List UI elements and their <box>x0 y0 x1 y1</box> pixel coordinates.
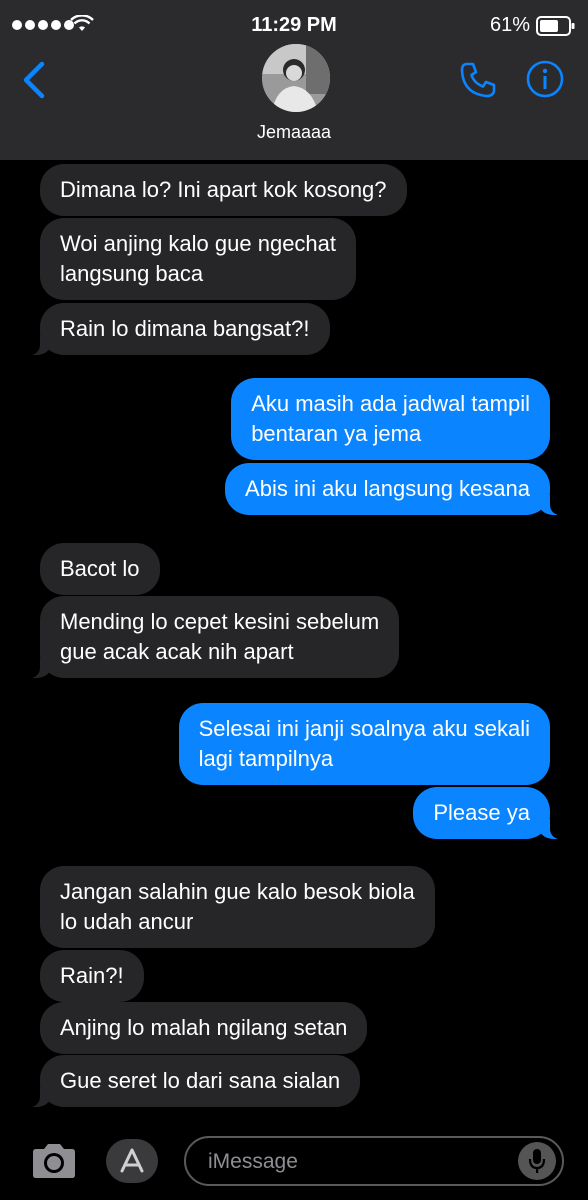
message-line: Rain lo dimana bangsat?! <box>60 316 310 341</box>
message-input[interactable]: iMessage <box>184 1136 564 1186</box>
chevron-left-icon[interactable] <box>20 60 48 100</box>
outgoing-message: Selesai ini janji soalnya aku sekali lag… <box>178 703 550 785</box>
status-bar: 11:29 PM 61% <box>0 0 588 48</box>
message-line: bentaran ya jema <box>251 421 422 446</box>
message-line: Aku masih ada jadwal tampil <box>251 391 530 416</box>
app-store-icon[interactable] <box>106 1139 158 1183</box>
microphone-icon[interactable] <box>518 1142 556 1180</box>
message-line: Anjing lo malah ngilang setan <box>60 1015 348 1040</box>
info-icon[interactable] <box>526 60 564 98</box>
message-line: Gue seret lo dari sana sialan <box>60 1068 341 1093</box>
message-line: lo udah ancur <box>60 909 194 934</box>
incoming-message: Dimana lo? Ini apart kok kosong? <box>40 164 407 216</box>
message-line: Bacot lo <box>60 556 140 581</box>
outgoing-message: Please ya <box>413 787 560 839</box>
camera-icon[interactable] <box>30 1142 78 1180</box>
message-line: Jangan salahin gue kalo besok biola <box>60 879 415 904</box>
avatar-photo <box>262 44 330 112</box>
incoming-message: Anjing lo malah ngilang setan <box>40 1002 368 1054</box>
message-line: Woi anjing kalo gue ngechat <box>60 231 337 256</box>
incoming-message: Woi anjing kalo gue ngechat langsung bac… <box>40 218 357 300</box>
message-line: Mending lo cepet kesini sebelum <box>60 609 380 634</box>
battery-percentage: 61% <box>489 14 530 36</box>
message-line: Abis ini aku langsung kesana <box>245 476 530 501</box>
battery-icon <box>536 16 575 36</box>
message-placeholder: iMessage <box>208 1150 298 1173</box>
incoming-message: Rain lo dimana bangsat?! <box>30 303 330 355</box>
outgoing-message: Abis ini aku langsung kesana <box>225 463 560 515</box>
message-line: Rain?! <box>60 963 124 988</box>
outgoing-message: Aku masih ada jadwal tampil bentaran ya … <box>231 378 550 460</box>
incoming-message: Jangan salahin gue kalo besok biola lo u… <box>40 866 435 948</box>
message-line: Dimana lo? Ini apart kok kosong? <box>60 177 387 202</box>
message-line: Selesai ini janji soalnya aku sekali <box>198 716 530 741</box>
message-line: langsung baca <box>60 261 204 286</box>
app-store-glyph <box>120 1148 144 1173</box>
contact-avatar[interactable] <box>262 44 330 112</box>
conversation-header: 11:29 PM 61% Jemaaaa <box>0 0 588 160</box>
contact-name[interactable]: Jemaaaa <box>0 122 588 143</box>
message-line: lagi tampilnya <box>198 746 334 771</box>
incoming-message: Rain?! <box>40 950 144 1002</box>
incoming-message: Mending lo cepet kesini sebelum gue acak… <box>29 596 400 678</box>
incoming-message: Gue seret lo dari sana sialan <box>29 1055 361 1107</box>
incoming-message: Bacot lo <box>40 543 160 595</box>
message-line: Please ya <box>433 800 530 825</box>
composer-bar: iMessage <box>0 1124 588 1200</box>
message-line: gue acak acak nih apart <box>60 639 294 664</box>
phone-icon[interactable] <box>458 60 498 100</box>
